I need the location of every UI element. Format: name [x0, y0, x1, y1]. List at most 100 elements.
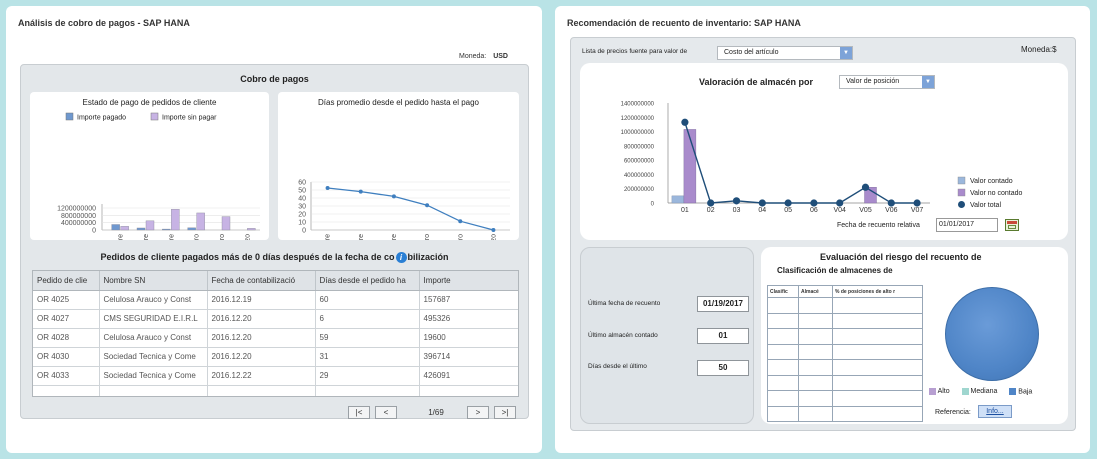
- pager-first-button[interactable]: |<: [348, 406, 370, 419]
- last-warehouse-label: Último almacén contado: [588, 332, 658, 339]
- info-button[interactable]: Info...: [978, 405, 1012, 418]
- count-date-input[interactable]: 01/01/2017: [936, 218, 998, 232]
- currency-value: USD: [493, 53, 508, 60]
- x-tick-label: Marzo: [490, 234, 497, 240]
- y-tick-label: 600000000: [624, 159, 655, 165]
- legend-swatch-low: [1009, 388, 1017, 395]
- avg-days-svg: 6050403020100 Octubre Noviembre Diciembre En…: [298, 180, 510, 240]
- data-point: [458, 219, 463, 224]
- x-tick-label: Febrero: [457, 234, 464, 240]
- days-since-field: 50: [697, 360, 749, 376]
- cell-order: OR 4033: [33, 366, 100, 386]
- y-tick-label: 1400000000: [621, 102, 655, 108]
- table-row: [767, 390, 923, 407]
- legend-label: Importe pagado: [77, 115, 126, 122]
- table-row[interactable]: OR 4027 CMS SEGURIDAD E.I.R.L 2016.12.20 6 4…: [33, 309, 518, 329]
- y-tick-label: 1200000000: [621, 116, 655, 122]
- legend-label: Valor total: [970, 202, 1001, 209]
- payment-status-chart: Estado de pago de pedidos de cliente Imp…: [30, 92, 269, 240]
- cell-days: 31: [315, 347, 420, 367]
- payment-analysis-card: Análisis de cobro de pagos - SAP HANA Mo…: [6, 6, 542, 453]
- col-header-order[interactable]: Pedido de clie: [33, 271, 100, 291]
- payment-status-svg: Importe pagado Importe sin pagar 120000000…: [57, 112, 260, 240]
- x-tick-label: Octubre: [325, 234, 332, 240]
- cell-date: 2016.12.20: [207, 309, 316, 329]
- cell-date: 2016.12.22: [207, 366, 316, 386]
- table-row: [767, 297, 923, 314]
- bar: [111, 224, 120, 231]
- x-tick-label: Enero: [194, 234, 201, 240]
- col-header-amount[interactable]: Importe: [419, 271, 518, 291]
- table-row[interactable]: OR 4025 Celulosa Arauco y Const 2016.12.19…: [33, 290, 518, 310]
- cell-order: OR 4027: [33, 309, 100, 329]
- valuation-svg: 1400000000 1200000000 1000000000 800000000 6…: [621, 102, 1023, 214]
- info-icon[interactable]: i: [395, 252, 407, 264]
- cell-amount: 426091: [419, 366, 518, 386]
- panel-title: Cobro de pagos: [240, 74, 309, 84]
- legend-label-high: Alto: [937, 388, 950, 396]
- bar: [196, 212, 205, 231]
- x-tick-label: Marzo: [244, 234, 251, 240]
- orders-table: Pedido de clie Nombre SN Fecha de contab…: [33, 271, 518, 396]
- risk-table: Clasific Almacé % de posiciones de alto …: [767, 285, 923, 422]
- legend-swatch: [65, 112, 74, 121]
- y-tick-label: 1200000000: [57, 206, 96, 213]
- risk-header-row: Clasific Almacé % de posiciones de alto …: [767, 285, 923, 298]
- cell-name: Celulosa Arauco y Const: [99, 328, 208, 348]
- y-tick-label: 30: [298, 204, 306, 211]
- count-date-label: Fecha de recuento relativa: [837, 222, 920, 229]
- bar: [171, 209, 180, 231]
- y-tick-label: 60: [298, 180, 306, 187]
- legend-label: Valor contado: [970, 178, 1013, 185]
- legend-swatch: [150, 112, 159, 121]
- table-row[interactable]: OR 4028 Celulosa Arauco y Const 2016.12.20…: [33, 328, 518, 348]
- total-point: [810, 199, 818, 207]
- x-tick-label: Noviembre: [143, 234, 150, 240]
- risk-col-percent[interactable]: % de posiciones de alto r: [832, 285, 923, 298]
- reference-label: Referencia:: [935, 409, 971, 416]
- inventory-panel: Lista de precios fuente para valor de Co…: [570, 37, 1076, 431]
- cell-name: CMS SEGURIDAD E.I.R.L: [99, 309, 208, 329]
- legend-swatch: [957, 176, 966, 185]
- risk-col-class[interactable]: Clasific: [767, 285, 799, 298]
- cell-days: 59: [315, 328, 420, 348]
- legend-swatch: [957, 188, 966, 197]
- price-list-select[interactable]: Costo del artículo ▼: [717, 46, 853, 60]
- col-header-name[interactable]: Nombre SN: [99, 271, 208, 291]
- cell-amount: 157687: [419, 290, 518, 310]
- total-point: [681, 118, 689, 126]
- pager-last-button[interactable]: >|: [494, 406, 516, 419]
- cell-days: 6: [315, 309, 420, 329]
- days-since-label: Días desde el último: [588, 363, 647, 370]
- bar: [136, 227, 146, 231]
- pager-prev-button[interactable]: <: [375, 406, 397, 419]
- col-header-days[interactable]: Días desde el pedido ha: [315, 271, 420, 291]
- table-row[interactable]: OR 4033 Sociedad Tecnica y Come 2016.12.22…: [33, 366, 518, 386]
- last-count-date-label: Última fecha de recuento: [588, 300, 661, 307]
- last-count-date-field: 01/19/2017: [697, 296, 749, 312]
- table-row: [767, 328, 923, 345]
- y-tick-label: 0: [92, 228, 96, 235]
- payment-collection-panel: Cobro de pagos Estado de pago de pedidos…: [20, 64, 529, 419]
- y-tick-label: 20: [298, 212, 306, 219]
- total-point: [784, 199, 792, 207]
- chevron-down-icon: ▼: [840, 47, 852, 59]
- data-point: [358, 189, 363, 194]
- col-header-date[interactable]: Fecha de contabilizació: [207, 271, 316, 291]
- data-point: [391, 194, 396, 199]
- bar: [683, 129, 697, 204]
- table-row: [767, 359, 923, 376]
- y-tick-label: 400000000: [61, 220, 96, 227]
- legend-label: Valor no contado: [970, 190, 1023, 197]
- risk-col-warehouse[interactable]: Almacé: [798, 285, 833, 298]
- bar: [187, 227, 196, 231]
- total-point: [861, 183, 870, 191]
- table-row[interactable]: OR 4030 Sociedad Tecnica y Come 2016.12.20…: [33, 347, 518, 367]
- y-tick-label: 800000000: [624, 144, 655, 150]
- pager-next-button[interactable]: >: [467, 406, 489, 419]
- series-line: [327, 187, 494, 231]
- calendar-icon[interactable]: [1005, 219, 1019, 231]
- table-row-empty: [33, 385, 518, 396]
- total-point: [887, 199, 895, 207]
- bar: [671, 195, 685, 204]
